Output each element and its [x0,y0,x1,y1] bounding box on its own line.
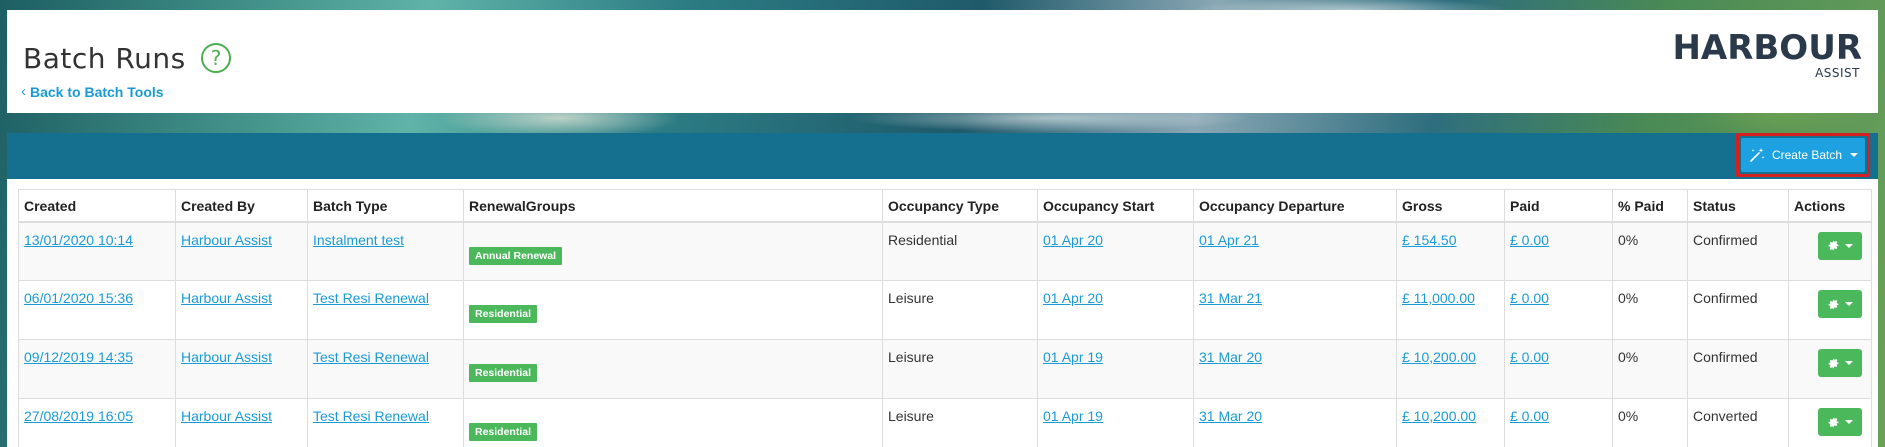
created-link[interactable]: 09/12/2019 14:35 [24,349,133,365]
occupancy-start-link[interactable]: 01 Apr 19 [1043,408,1103,424]
help-question-icon[interactable]: ? [201,43,231,73]
batch-runs-table-container: Created Created By Batch Type RenewalGro… [7,179,1878,447]
magic-wand-icon [1750,148,1765,162]
pct-paid-cell: 0% [1612,398,1688,447]
pct-paid-cell: 0% [1612,339,1688,399]
caret-down-icon [1850,153,1859,157]
occupancy-type-cell: Leisure [882,398,1038,447]
column-header[interactable]: Occupancy Start [1037,189,1194,223]
harbour-assist-logo: HARBOUR ASSIST [1672,30,1862,86]
occupancy-type-cell: Residential [882,221,1038,281]
gear-icon [1828,240,1839,251]
logo-sub-text: ASSIST [1815,66,1860,80]
caret-down-icon [1845,243,1853,248]
row-actions-button[interactable] [1818,231,1862,260]
column-header[interactable]: Batch Type [307,189,464,223]
column-header: Actions [1788,189,1872,223]
row-actions-button[interactable] [1818,290,1862,318]
row-actions-button[interactable] [1818,349,1862,377]
occupancy-departure-link[interactable]: 31 Mar 20 [1199,349,1262,365]
status-cell: Converted [1687,398,1789,447]
caret-down-icon [1845,302,1853,306]
column-header[interactable]: Occupancy Departure [1193,189,1397,223]
status-cell: Confirmed [1687,221,1789,281]
created-link[interactable]: 13/01/2020 10:14 [24,232,133,248]
renewal-group-badge: Annual Renewal [469,246,563,265]
created-by-link[interactable]: Harbour Assist [181,232,272,248]
gross-link[interactable]: £ 11,000.00 [1402,290,1475,306]
column-header[interactable]: Occupancy Type [882,189,1038,223]
logo-main-text: HARBOUR [1672,28,1862,68]
paid-link[interactable]: £ 0.00 [1510,232,1549,248]
gross-link[interactable]: £ 10,200.00 [1402,349,1476,365]
batch-type-link[interactable]: Test Resi Renewal [313,349,429,365]
column-header[interactable]: Created [18,189,176,223]
pct-paid-cell: 0% [1612,221,1688,281]
batch-type-link[interactable]: Instalment test [313,232,404,248]
occupancy-departure-link[interactable]: 01 Apr 21 [1199,232,1259,248]
occupancy-type-cell: Leisure [882,280,1038,340]
paid-link[interactable]: £ 0.00 [1510,290,1549,306]
status-cell: Confirmed [1687,280,1789,340]
occupancy-type-cell: Leisure [882,339,1038,399]
renewal-group-badge: Residential [469,423,538,441]
column-header[interactable]: Gross [1396,189,1505,223]
paid-link[interactable]: £ 0.00 [1510,408,1549,424]
back-to-batch-tools-link[interactable]: ‹ Back to Batch Tools [21,83,164,100]
gear-icon [1828,299,1839,309]
create-batch-label: Create Batch [1771,148,1843,162]
renewal-group-badge: Residential [469,364,538,382]
caret-down-icon [1845,361,1853,365]
created-link[interactable]: 27/08/2019 16:05 [24,408,133,424]
batch-type-link[interactable]: Test Resi Renewal [313,408,429,424]
created-by-link[interactable]: Harbour Assist [181,290,272,306]
table-row: 09/12/2019 14:35 Harbour Assist Test Res… [18,339,1872,399]
gear-icon [1828,358,1839,368]
occupancy-start-link[interactable]: 01 Apr 19 [1043,349,1103,365]
batch-type-link[interactable]: Test Resi Renewal [313,290,429,306]
column-header[interactable]: RenewalGroups [463,189,883,223]
paid-link[interactable]: £ 0.00 [1510,349,1549,365]
create-batch-button[interactable]: Create Batch [1741,138,1865,172]
table-row: 27/08/2019 16:05 Harbour Assist Test Res… [18,398,1872,447]
table-row: 06/01/2020 15:36 Harbour Assist Test Res… [18,280,1872,340]
page-header: Batch Runs ? ‹ Back to Batch Tools HARBO… [7,10,1878,113]
batch-runs-table: Created Created By Batch Type RenewalGro… [18,189,1872,447]
page-title: Batch Runs [23,42,186,75]
created-link[interactable]: 06/01/2020 15:36 [24,290,133,306]
occupancy-departure-link[interactable]: 31 Mar 21 [1199,290,1262,306]
column-header[interactable]: Status [1687,189,1789,223]
status-cell: Confirmed [1687,339,1789,399]
column-header[interactable]: % Paid [1612,189,1688,223]
column-header[interactable]: Paid [1504,189,1613,223]
table-header-row: Created Created By Batch Type RenewalGro… [18,189,1872,223]
gross-link[interactable]: £ 154.50 [1402,232,1457,248]
created-by-link[interactable]: Harbour Assist [181,349,272,365]
caret-down-icon [1845,420,1853,424]
column-header[interactable]: Created By [175,189,308,223]
renewal-group-badge: Residential [469,305,538,323]
toolbar [7,133,1878,179]
back-link-label: Back to Batch Tools [30,83,164,100]
occupancy-departure-link[interactable]: 31 Mar 20 [1199,408,1262,424]
chevron-left-icon: ‹ [21,83,26,100]
occupancy-start-link[interactable]: 01 Apr 20 [1043,290,1103,306]
created-by-link[interactable]: Harbour Assist [181,408,272,424]
row-actions-button[interactable] [1818,408,1862,436]
occupancy-start-link[interactable]: 01 Apr 20 [1043,232,1103,248]
table-row: 13/01/2020 10:14 Harbour Assist Instalme… [18,221,1872,281]
pct-paid-cell: 0% [1612,280,1688,340]
gear-icon [1828,417,1839,427]
gross-link[interactable]: £ 10,200.00 [1402,408,1476,424]
